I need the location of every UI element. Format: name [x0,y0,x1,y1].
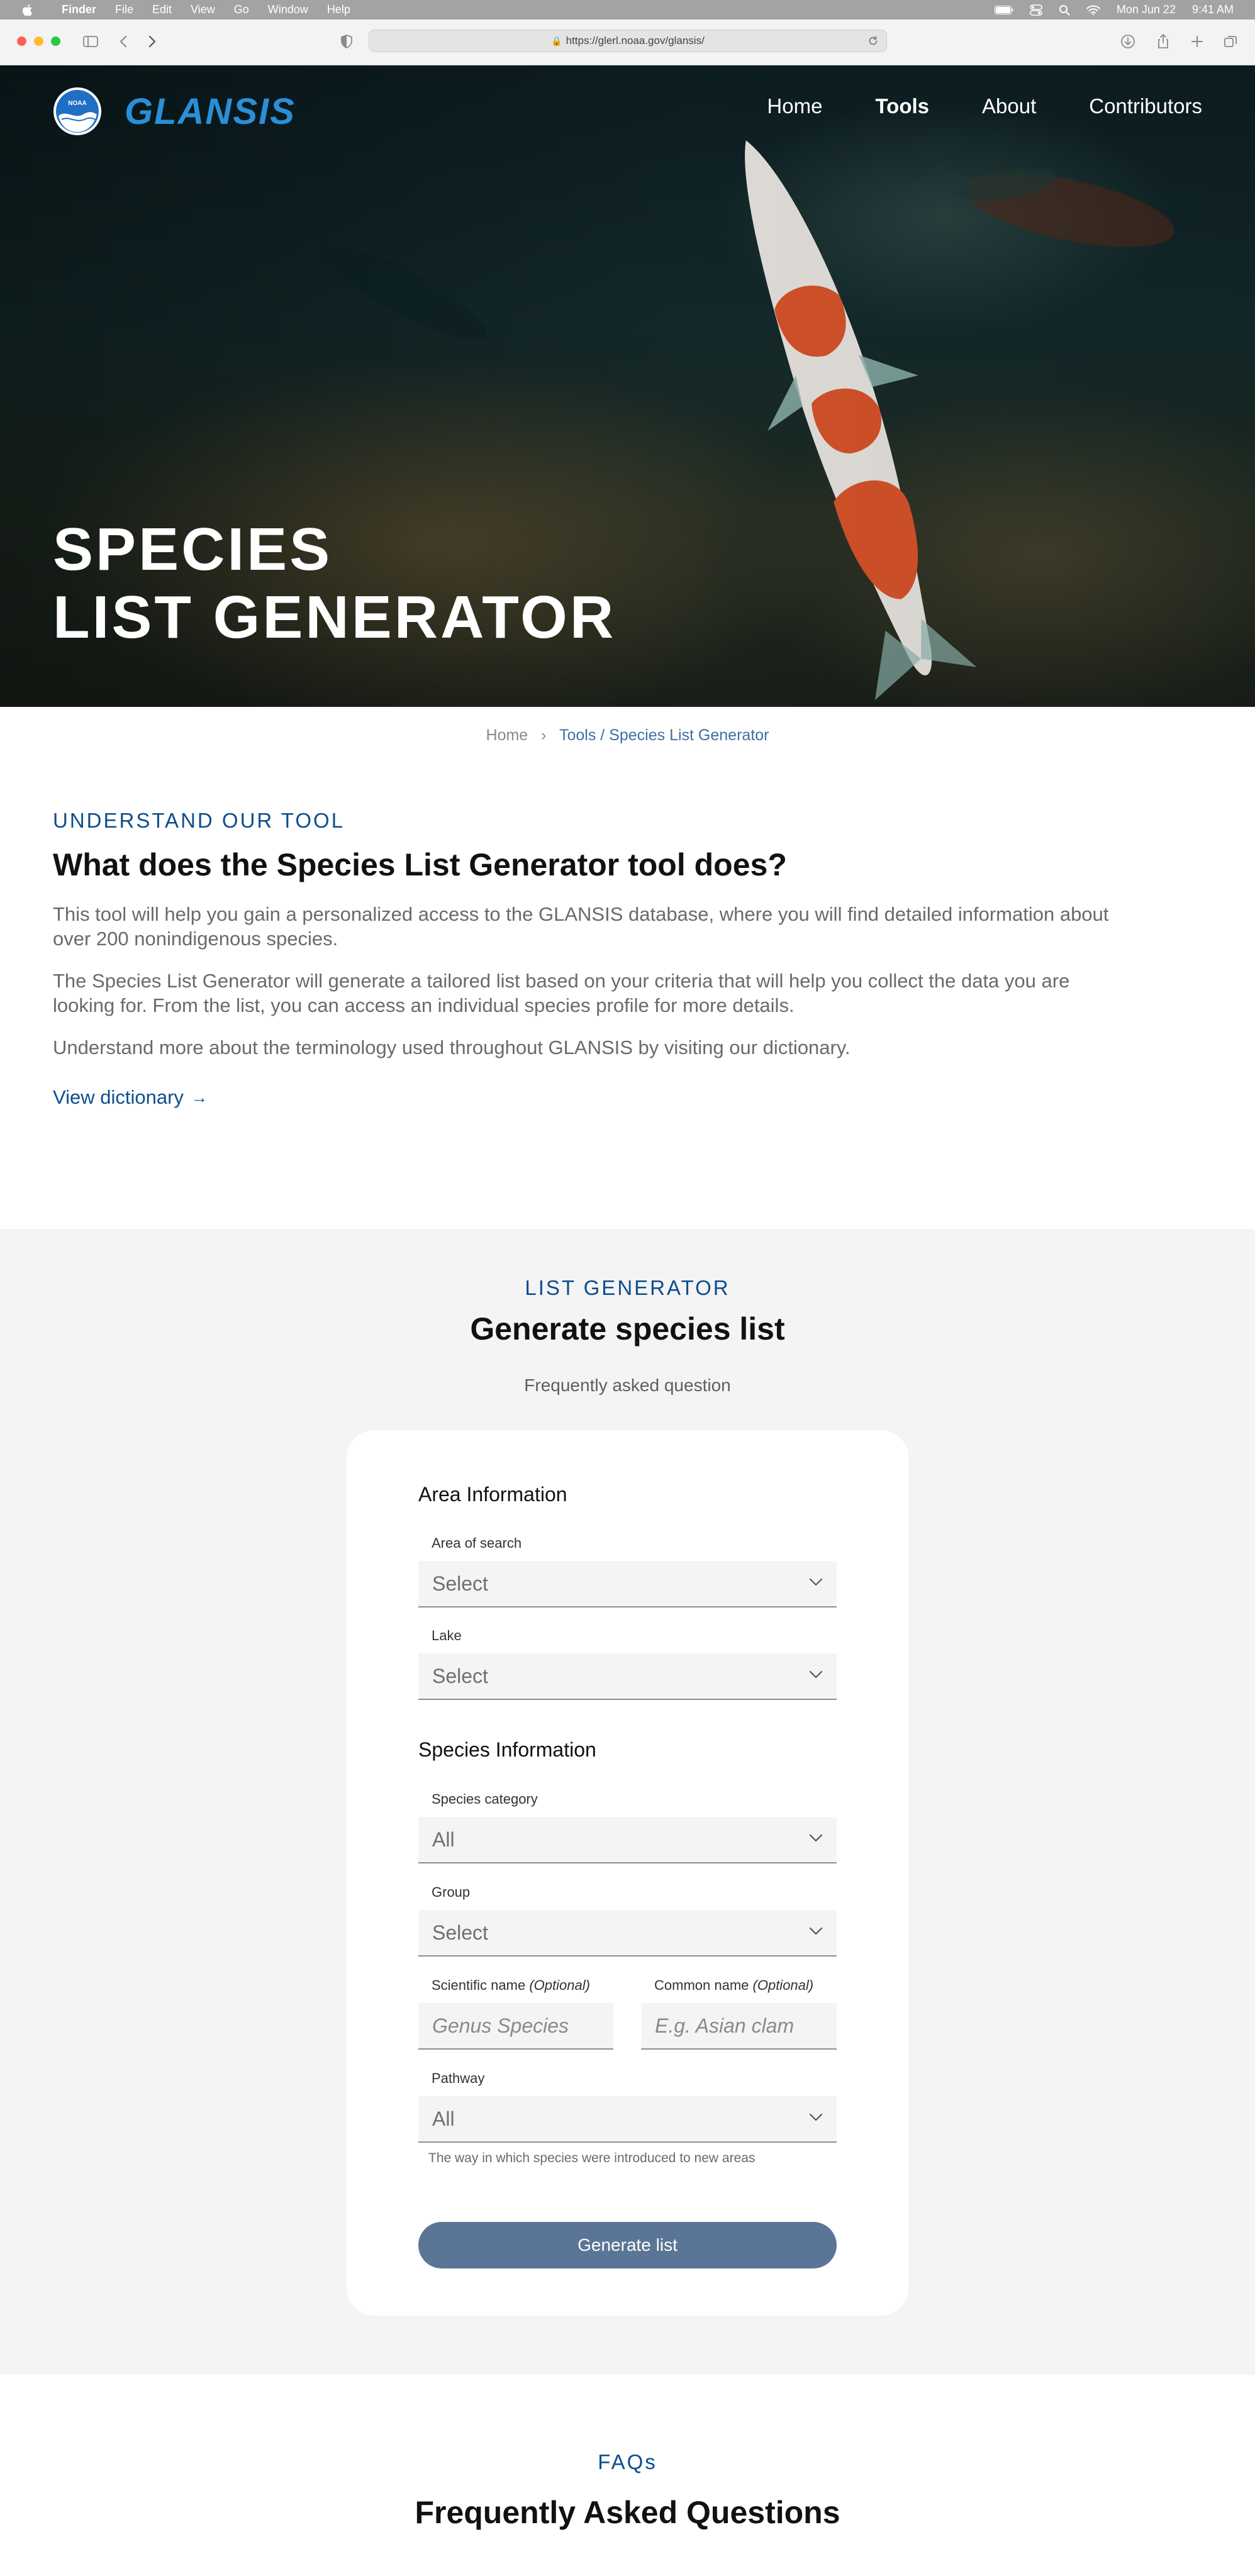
nav-home[interactable]: Home [767,94,822,118]
common-name-optional: (Optional) [752,1977,814,1993]
area-of-search-value: Select [432,1572,488,1595]
species-category-label: Species category [432,1791,538,1807]
pathway-value: All [432,2107,455,2130]
page-title-line-2: LIST GENERATOR [53,584,616,651]
group-label: Group [432,1884,471,1900]
menu-app-name[interactable]: Finder [62,3,96,16]
menubar-date[interactable]: Mon Jun 22 [1117,3,1176,16]
close-window-button[interactable] [17,36,26,46]
understand-eyebrow: UNDERSTAND OUR TOOL [53,809,345,832]
apple-icon[interactable] [21,4,33,16]
species-information-title: Species Information [418,1738,596,1761]
list-generator-section: LIST GENERATOR Generate species list Fre… [0,1229,1255,2375]
battery-icon[interactable] [994,5,1013,14]
forward-chevron-icon[interactable] [143,33,160,50]
species-category-value: All [432,1828,455,1851]
area-of-search-label: Area of search [432,1535,522,1551]
common-name-placeholder: E.g. Asian clam [655,2014,795,2037]
spotlight-search-icon[interactable] [1059,4,1070,16]
noaa-logo-text: NOAA [68,100,86,107]
pathway-helper-text: The way in which species were introduced… [428,2151,756,2165]
understand-tool-section: UNDERSTAND OUR TOOL What does the Specie… [53,809,1135,1109]
menu-window[interactable]: Window [268,3,308,16]
chevron-down-icon [809,1578,823,1586]
pathway-label: Pathway [432,2070,485,2086]
browser-toolbar: 🔒 https://glerl.noaa.gov/glansis/ [0,19,1255,65]
lock-icon: 🔒 [551,35,562,46]
view-dictionary-label: View dictionary [53,1086,184,1108]
scientific-name-label-text: Scientific name [432,1977,526,1993]
page-title-line-1: SPECIES [53,516,333,583]
understand-heading: What does the Species List Generator too… [53,847,787,882]
breadcrumb-home[interactable]: Home [486,726,528,744]
menu-view[interactable]: View [191,3,215,16]
nav-tools[interactable]: Tools [875,94,929,118]
zoom-window-button[interactable] [51,36,60,46]
arrow-right-icon: → [191,1087,208,1107]
lake-label: Lake [432,1628,462,1643]
understand-paragraph-2: The Species List Generator will generate… [53,970,1070,1016]
common-name-label-text: Common name [654,1977,749,1993]
area-of-search-select[interactable]: Select [418,1561,837,1607]
wifi-icon[interactable] [1086,5,1100,15]
privacy-shield-icon[interactable] [338,33,355,50]
lake-select[interactable]: Select [418,1653,837,1700]
breadcrumb-current[interactable]: Tools / Species List Generator [559,726,769,744]
generate-list-button[interactable]: Generate list [418,2222,837,2268]
breadcrumb: Home › Tools / Species List Generator [0,726,1255,745]
site-logo[interactable]: NOAA GLANSIS [53,87,296,136]
faq-heading: Frequently Asked Questions [415,2495,840,2530]
lake-value: Select [432,1664,488,1687]
chevron-down-icon [809,1927,823,1935]
scientific-name-label: Scientific name (Optional) [432,1977,590,1994]
new-tab-plus-icon[interactable] [1189,33,1205,50]
understand-paragraph-3: Understand more about the terminology us… [53,1036,851,1058]
nav-contributors[interactable]: Contributors [1089,94,1202,118]
hero-banner: NOAA GLANSIS Home Tools About Contributo… [0,65,1255,707]
menu-help[interactable]: Help [327,3,350,16]
noaa-logo-icon: NOAA [53,87,101,135]
area-information-title: Area Information [418,1483,567,1506]
breadcrumb-chevron-icon: › [541,726,547,744]
chevron-down-icon [809,2113,823,2121]
share-icon[interactable] [1155,33,1171,50]
pathway-select[interactable]: All [418,2096,837,2143]
glansis-wordmark: GLANSIS [125,91,296,132]
chevron-down-icon [809,1670,823,1679]
understand-paragraph-1: This tool will help you gain a personali… [53,903,1109,950]
sidebar-toggle-icon[interactable] [82,33,99,50]
common-name-input[interactable]: E.g. Asian clam [641,2003,837,2050]
scientific-name-optional: (Optional) [529,1977,590,1993]
window-controls [17,36,60,46]
group-select[interactable]: Select [418,1910,837,1957]
menu-file[interactable]: File [115,3,133,16]
reload-icon[interactable] [867,35,879,47]
minimize-window-button[interactable] [34,36,43,46]
control-center-icon[interactable] [1030,4,1042,16]
generator-subtext: Frequently asked question [524,1375,731,1395]
tab-overview-icon[interactable] [1222,33,1239,50]
generator-eyebrow: LIST GENERATOR [525,1276,730,1299]
common-name-label: Common name (Optional) [654,1977,813,1994]
species-list-form: Area Information Area of search Select L… [347,1430,908,2316]
faq-eyebrow: FAQs [598,2450,657,2473]
back-chevron-icon[interactable] [116,33,132,50]
group-value: Select [432,1921,488,1944]
address-bar[interactable]: 🔒 https://glerl.noaa.gov/glansis/ [369,30,887,52]
nav-about[interactable]: About [982,94,1036,118]
scientific-name-input[interactable]: Genus Species [418,2003,613,2050]
download-icon[interactable] [1120,33,1136,50]
page-title: SPECIES LIST GENERATOR [53,516,616,652]
generator-heading: Generate species list [470,1311,785,1346]
macos-menubar: Finder File Edit View Go Window Help Mon… [0,0,1255,19]
species-category-select[interactable]: All [418,1817,837,1863]
chevron-down-icon [809,1834,823,1842]
menu-go[interactable]: Go [234,3,249,16]
url-text: https://glerl.noaa.gov/glansis/ [566,35,705,47]
scientific-name-placeholder: Genus Species [432,2014,569,2037]
main-navigation: Home Tools About Contributors [714,94,1202,118]
menu-edit[interactable]: Edit [152,3,172,16]
menubar-time[interactable]: 9:41 AM [1192,3,1234,16]
view-dictionary-link[interactable]: View dictionary → [53,1086,208,1109]
